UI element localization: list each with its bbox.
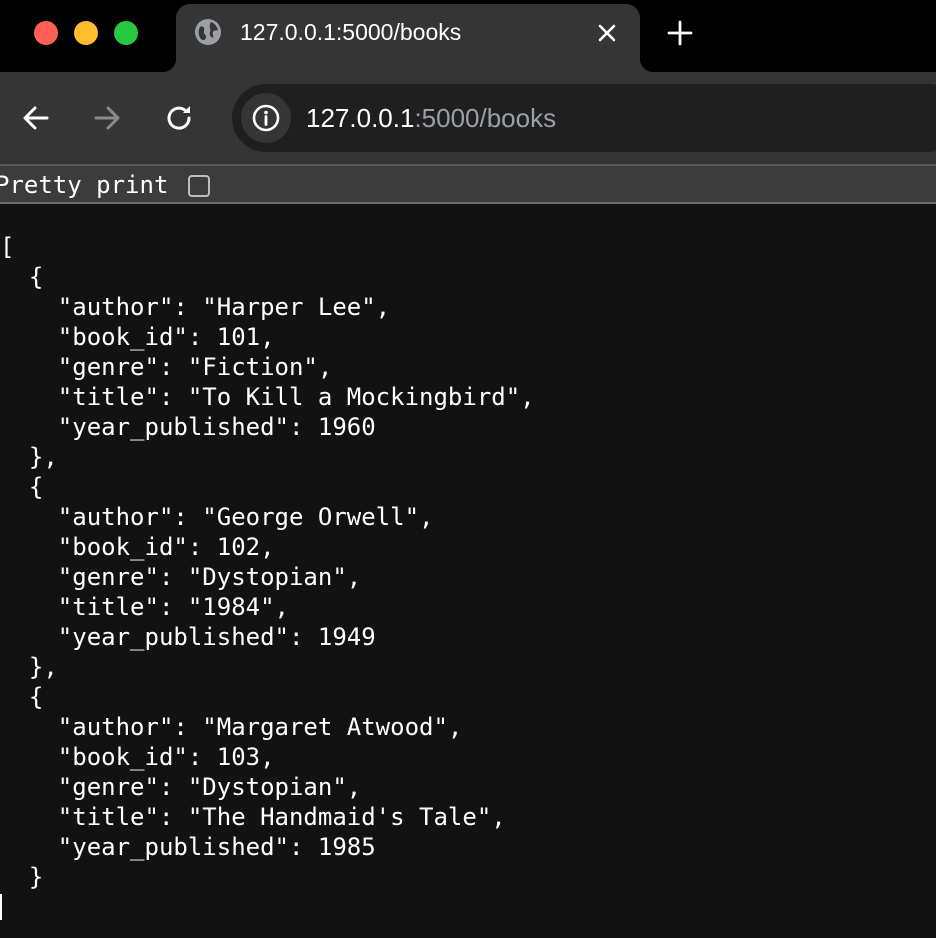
json-line: },	[0, 653, 58, 681]
json-line: "author": "Harper Lee",	[0, 293, 391, 321]
pretty-print-checkbox[interactable]	[188, 175, 210, 197]
site-info-button[interactable]	[241, 93, 291, 143]
json-line: "book_id": 103,	[0, 743, 275, 771]
url-text[interactable]: 127.0.0.1:5000/books	[306, 103, 556, 133]
json-line: "title": "The Handmaid's Tale",	[0, 803, 506, 831]
json-line: "year_published": 1949	[0, 623, 376, 651]
json-line: {	[0, 473, 44, 501]
json-line: "author": "Margaret Atwood",	[0, 713, 463, 741]
json-line: "year_published": 1960	[0, 413, 376, 441]
close-icon[interactable]	[596, 22, 618, 44]
url-path: :5000/books	[414, 103, 557, 133]
address-bar[interactable]: 127.0.0.1:5000/books	[232, 84, 936, 152]
json-line: "year_published": 1985	[0, 833, 376, 861]
json-line: },	[0, 443, 58, 471]
plus-icon[interactable]	[666, 19, 694, 47]
json-line: "title": "To Kill a Mockingbird",	[0, 383, 535, 411]
tab-strip: 127.0.0.1:5000/books	[0, 0, 936, 72]
arrow-right-icon[interactable]	[91, 102, 123, 134]
json-line: "genre": "Fiction",	[0, 353, 333, 381]
json-line: "author": "George Orwell",	[0, 503, 434, 531]
json-line: [	[0, 233, 15, 261]
info-icon	[252, 104, 280, 132]
json-line: {	[0, 263, 44, 291]
window-maximize-button[interactable]	[114, 21, 138, 45]
browser-toolbar: 127.0.0.1:5000/books	[0, 72, 936, 164]
window-minimize-button[interactable]	[74, 21, 98, 45]
reload-icon[interactable]	[164, 102, 196, 134]
json-line: "genre": "Dystopian",	[0, 773, 362, 801]
json-line: "book_id": 101,	[0, 323, 275, 351]
json-content: [ { "author": "Harper Lee", "book_id": 1…	[0, 204, 936, 938]
json-line: }	[0, 863, 44, 891]
arrow-left-icon[interactable]	[20, 102, 52, 134]
pretty-print-bar: Pretty print	[0, 164, 936, 204]
window-close-button[interactable]	[34, 21, 58, 45]
tab-title: 127.0.0.1:5000/books	[240, 19, 462, 45]
json-line: "book_id": 102,	[0, 533, 275, 561]
url-host: 127.0.0.1	[306, 103, 415, 133]
browser-tab[interactable]: 127.0.0.1:5000/books	[162, 4, 654, 72]
text-cursor	[0, 894, 2, 920]
json-line: "genre": "Dystopian",	[0, 563, 362, 591]
pretty-print-label: Pretty print	[0, 171, 169, 199]
globe-icon	[194, 18, 222, 46]
json-line: "title": "1984",	[0, 593, 289, 621]
json-line: {	[0, 683, 44, 711]
